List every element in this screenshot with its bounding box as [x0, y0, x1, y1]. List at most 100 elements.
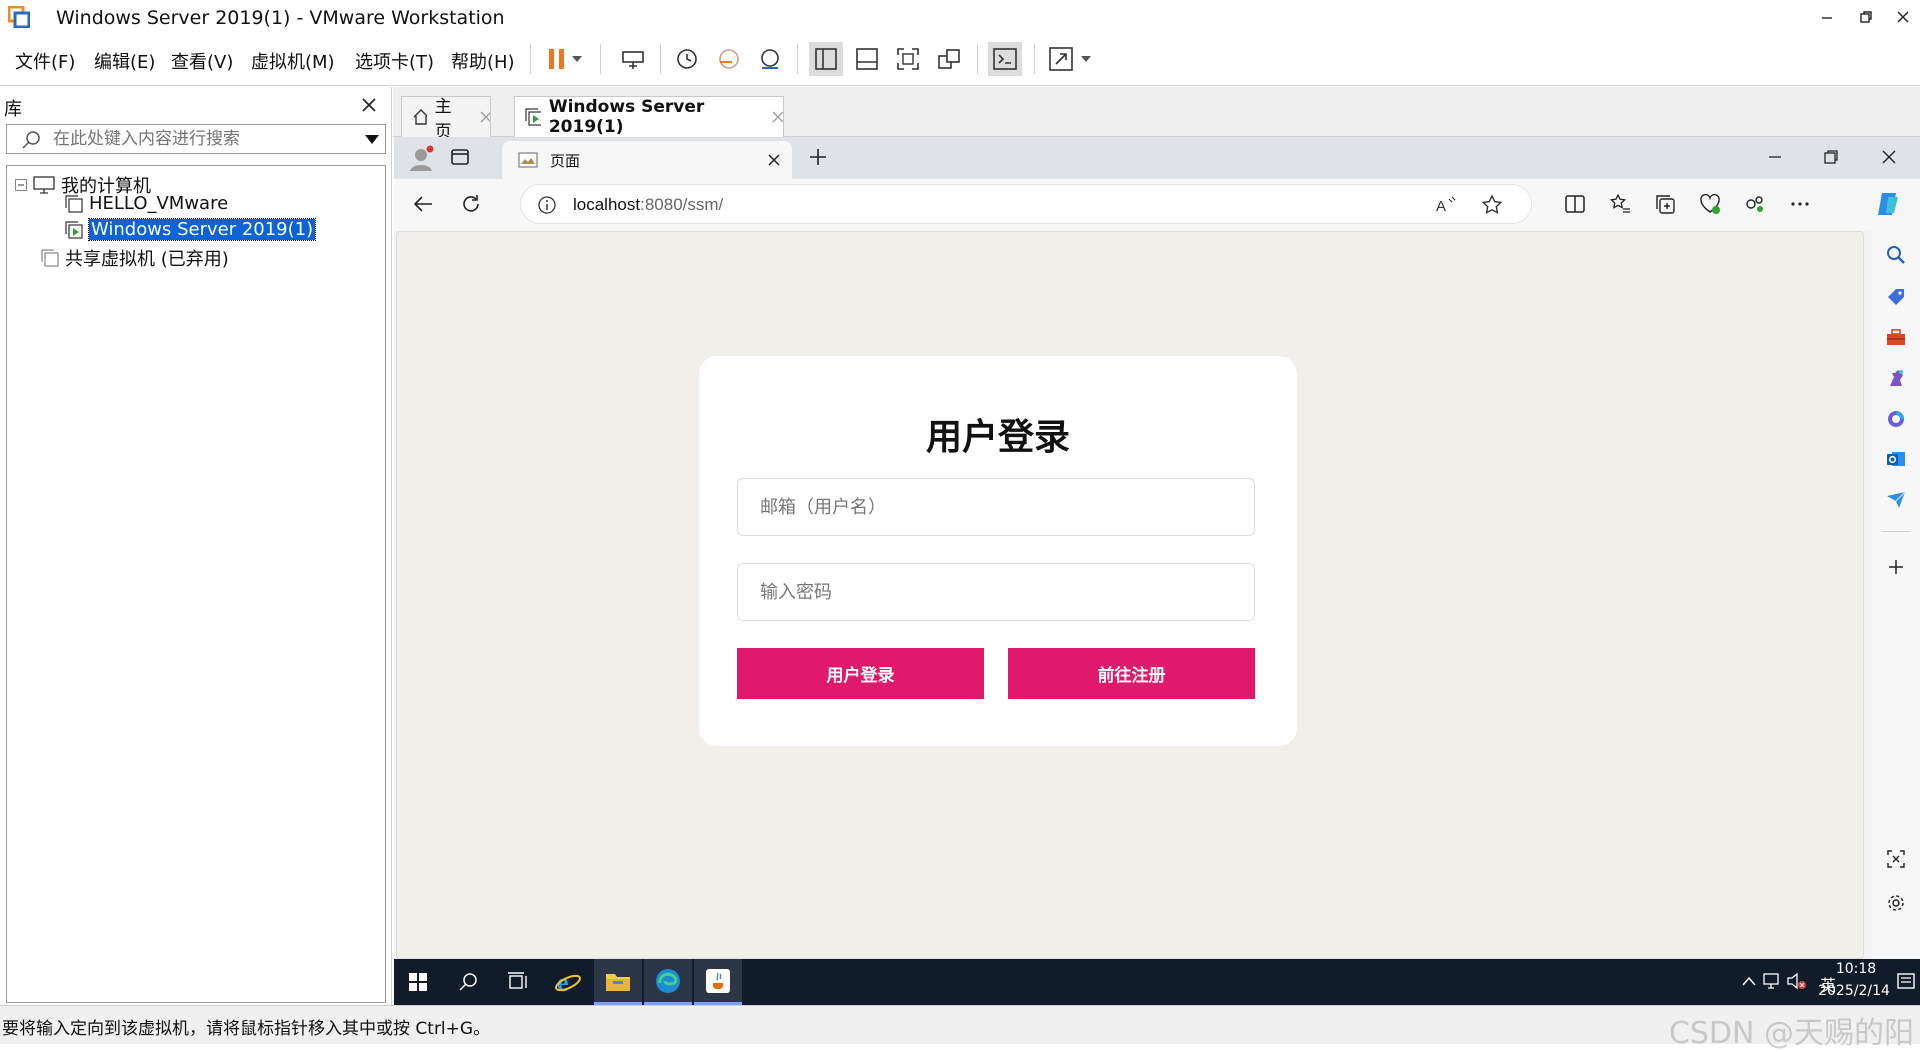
favorites-button[interactable] [1609, 193, 1631, 219]
collapse-icon[interactable] [15, 179, 27, 191]
snapshot-manager-button[interactable] [753, 42, 787, 76]
browser-minimize-button[interactable] [1768, 149, 1782, 168]
read-aloud-icon[interactable]: A [1435, 195, 1457, 215]
tray-chevron-up-icon[interactable] [1742, 975, 1756, 987]
pause-dropdown[interactable] [567, 42, 587, 76]
close-window-button[interactable] [1888, 2, 1918, 32]
clock-date[interactable]: 2025/2/14 [1816, 983, 1892, 999]
tab-windows-server[interactable]: Windows Server 2019(1) [514, 96, 784, 137]
tab-actions-button[interactable] [450, 147, 472, 169]
stretch-dropdown[interactable] [1076, 42, 1096, 76]
menu-tabs[interactable]: 选项卡(T) [355, 48, 434, 74]
toolbox-icon [1887, 329, 1905, 345]
tree-node-shared-vms[interactable]: 共享虚拟机 (已弃用) [41, 245, 229, 271]
running-vm-icon [525, 108, 541, 126]
taskbar-search-button[interactable] [444, 959, 492, 1005]
unity-icon [938, 49, 960, 69]
close-icon[interactable] [480, 111, 490, 123]
gear-icon [1888, 895, 1904, 911]
menu-file[interactable]: 文件(F) [15, 48, 75, 74]
menu-vm[interactable]: 虚拟机(M) [251, 48, 335, 74]
back-button[interactable] [412, 193, 434, 219]
menu-help[interactable]: 帮助(H) [451, 48, 515, 74]
url-host: localhost [573, 195, 641, 214]
start-button[interactable] [394, 959, 442, 1005]
extensions-button[interactable] [1744, 193, 1766, 219]
revert-icon [719, 49, 739, 69]
login-button[interactable]: 用户登录 [737, 648, 984, 699]
sidebar-outlook-button[interactable] [1884, 447, 1908, 471]
library-search-box[interactable] [6, 124, 386, 154]
search-dropdown-icon[interactable] [364, 134, 380, 146]
task-view-button[interactable] [494, 959, 542, 1005]
sidebar-drop-button[interactable] [1884, 488, 1908, 512]
tab-actions-icon [451, 149, 469, 165]
revert-snapshot-button[interactable] [712, 42, 746, 76]
sidebar-office-button[interactable] [1884, 407, 1908, 431]
browser-tab[interactable]: 页面 [502, 141, 792, 179]
url-text[interactable]: localhost:8080/ssm/ [573, 195, 723, 215]
toolbar-separator [977, 44, 978, 74]
new-tab-button[interactable] [808, 147, 830, 169]
console-view-button[interactable] [988, 42, 1022, 76]
taskbar-file-explorer[interactable] [594, 959, 642, 1005]
minimize-button[interactable] [1812, 2, 1842, 32]
split-screen-button[interactable] [1564, 193, 1586, 219]
address-bar[interactable]: localhost:8080/ssm/ A [520, 184, 1532, 224]
favorite-star-icon[interactable] [1481, 194, 1503, 216]
show-library-button[interactable] [809, 42, 843, 76]
taskbar-edge[interactable] [644, 959, 692, 1005]
clock-time[interactable]: 10:18 [1826, 961, 1886, 977]
thumbnail-bar-button[interactable] [850, 42, 884, 76]
plus-icon [1889, 560, 1903, 574]
more-options-button[interactable] [1789, 193, 1811, 219]
refresh-button[interactable] [460, 193, 482, 219]
tree-label-shared-vms: 共享虚拟机 (已弃用) [65, 249, 229, 270]
refresh-icon [463, 195, 479, 212]
close-icon[interactable] [772, 111, 783, 123]
svg-text:A: A [1436, 198, 1446, 215]
profile-avatar[interactable] [406, 143, 436, 173]
collections-button[interactable] [1654, 193, 1676, 219]
notifications-icon[interactable] [1896, 972, 1916, 992]
task-view-icon [508, 972, 527, 989]
sidebar-shopping-button[interactable] [1884, 285, 1908, 309]
browser-restore-button[interactable] [1824, 149, 1838, 168]
menu-bar: 文件(F) 编辑(E) 查看(V) 虚拟机(M) 选项卡(T) 帮助(H) [0, 34, 1920, 86]
taskbar-java-app[interactable] [694, 959, 742, 1005]
fullscreen-button[interactable] [891, 42, 925, 76]
sidebar-games-button[interactable] [1884, 366, 1908, 390]
browser-essentials-button[interactable] [1699, 193, 1721, 219]
library-close-button[interactable] [362, 93, 376, 117]
info-icon[interactable] [537, 195, 557, 215]
menu-view[interactable]: 查看(V) [171, 48, 233, 74]
tree-node-hello-vmware[interactable]: HELLO_VMware [65, 193, 228, 214]
stretch-guest-button[interactable] [1044, 42, 1078, 76]
vm-console[interactable]: 页面 localhost:8080/ssm/ A 用户登录 邮箱（用户名） 用户… [394, 137, 1920, 1005]
vm-tab-bar: 主页 Windows Server 2019(1) [393, 87, 1920, 142]
email-input[interactable] [738, 479, 1254, 535]
sidebar-search-button[interactable] [1884, 243, 1908, 267]
snapshot-button[interactable] [670, 42, 704, 76]
volume-muted-icon[interactable] [1786, 972, 1808, 990]
network-icon[interactable] [1762, 972, 1782, 990]
close-tab-icon[interactable] [768, 154, 780, 166]
profile-icon [410, 145, 434, 171]
close-icon [362, 98, 376, 112]
sidebar-add-button[interactable] [1884, 555, 1908, 579]
sidebar-settings-button[interactable] [1884, 891, 1908, 915]
tab-home[interactable]: 主页 [401, 96, 491, 142]
browser-close-button[interactable] [1882, 149, 1896, 168]
send-keys-button[interactable] [616, 42, 650, 76]
tree-node-windows-server[interactable]: Windows Server 2019(1) [65, 218, 317, 241]
taskbar-ie[interactable]: e [544, 959, 592, 1005]
unity-button[interactable] [932, 42, 966, 76]
menu-edit[interactable]: 编辑(E) [94, 48, 155, 74]
password-input[interactable] [738, 564, 1254, 620]
sidebar-screenshot-button[interactable] [1884, 847, 1908, 871]
sidebar-tools-button[interactable] [1884, 325, 1908, 349]
register-button[interactable]: 前往注册 [1008, 648, 1255, 699]
library-search-input[interactable] [53, 127, 353, 151]
copilot-button[interactable] [1874, 189, 1904, 223]
restore-button[interactable] [1851, 2, 1881, 32]
